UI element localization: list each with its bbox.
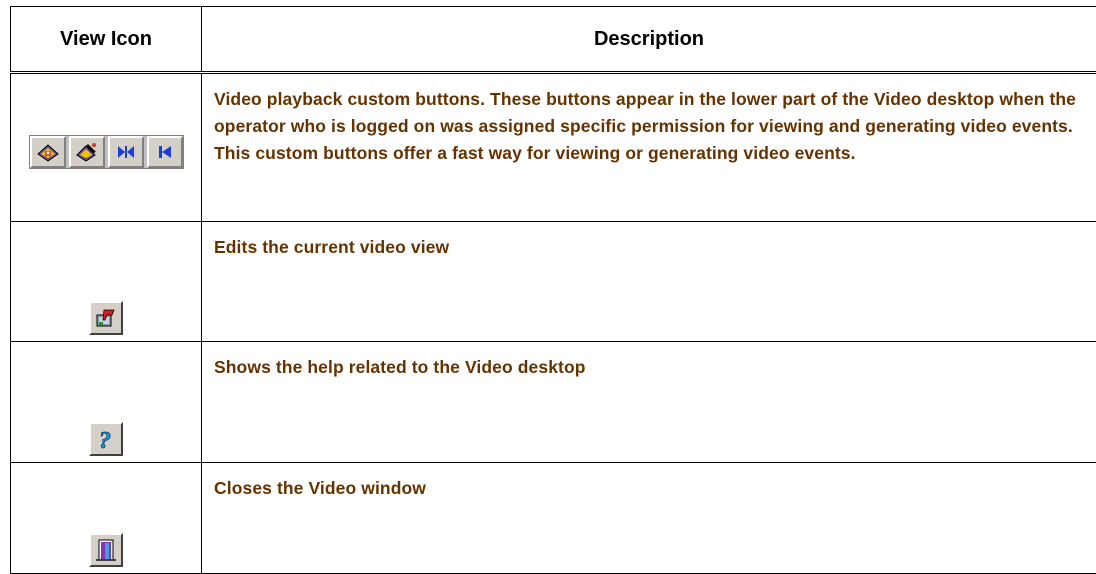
description-text: custom buttons. These buttons appear in … (214, 89, 1076, 163)
table-row: Closes the Video window (11, 463, 1096, 574)
description-bold: Video playback (214, 89, 343, 109)
icon-cell (11, 463, 202, 574)
edit-video-view-icon[interactable] (89, 301, 123, 335)
description-cell: Video playback custom buttons. These but… (202, 73, 1096, 222)
header-view-icon: View Icon (11, 7, 202, 73)
table-row: Edits the current video view (11, 222, 1096, 342)
generate-video-event-icon[interactable] (69, 136, 105, 168)
description-cell: Closes the Video window (202, 463, 1096, 574)
description-cell: Shows the help related to the Video desk… (202, 342, 1096, 463)
icon-cell (11, 222, 202, 342)
skip-events-icon[interactable] (108, 136, 144, 168)
help-icon[interactable]: ? (89, 422, 123, 456)
video-event-icon[interactable] (30, 136, 66, 168)
previous-event-icon[interactable] (147, 136, 183, 168)
icon-description-table: View Icon Description (10, 6, 1096, 574)
icon-cell: ? (11, 342, 202, 463)
svg-text:?: ? (99, 428, 111, 452)
close-video-window-icon[interactable] (89, 533, 123, 567)
description-cell: Edits the current video view (202, 222, 1096, 342)
table-row: ? Shows the help related to the Video de… (11, 342, 1096, 463)
header-description: Description (202, 7, 1096, 73)
table-header-row: View Icon Description (11, 7, 1096, 73)
table-row: Video playback custom buttons. These but… (11, 73, 1096, 222)
icon-cell (11, 73, 202, 222)
video-playback-custom-buttons (29, 135, 184, 169)
